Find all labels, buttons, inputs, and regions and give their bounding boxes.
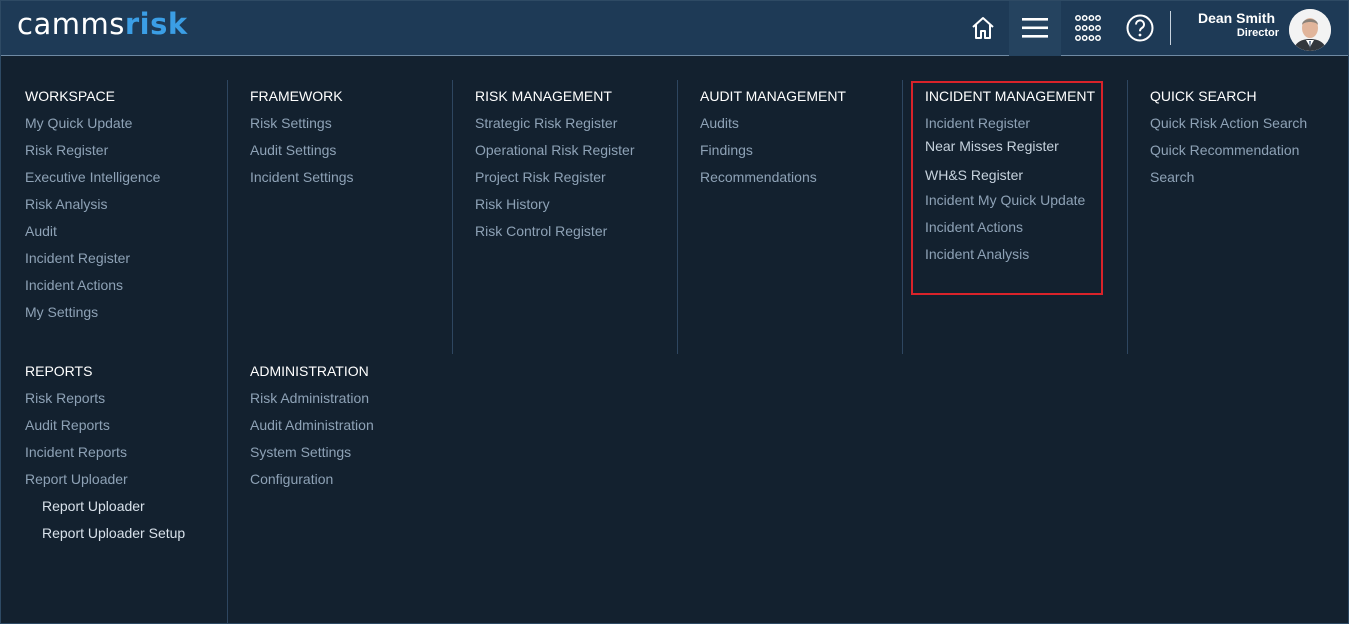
administration-title: ADMINISTRATION — [250, 363, 369, 379]
menu-item-report-uploader[interactable]: Report Uploader — [25, 471, 128, 487]
menu-item-search[interactable]: Search — [1150, 169, 1194, 185]
menu-item-quick-recommendation[interactable]: Quick Recommendation — [1150, 142, 1299, 158]
top-bar: cammsrisk Dean Smith Director — [1, 1, 1348, 56]
menu-item-project-risk-register[interactable]: Project Risk Register — [475, 169, 606, 185]
menu-item-audit[interactable]: Audit — [25, 223, 57, 239]
menu-item-my-settings[interactable]: My Settings — [25, 304, 98, 320]
home-icon[interactable] — [966, 11, 1000, 45]
menu-item-incident-actions[interactable]: Incident Actions — [25, 277, 123, 293]
menu-item-configuration[interactable]: Configuration — [250, 471, 333, 487]
user-name[interactable]: Dean Smith — [1181, 10, 1275, 26]
incident-management-highlight — [911, 81, 1103, 295]
menu-item-quick-risk-action-search[interactable]: Quick Risk Action Search — [1150, 115, 1307, 131]
risk-management-title: RISK MANAGEMENT — [475, 88, 612, 104]
menu-item-incident-reports[interactable]: Incident Reports — [25, 444, 127, 460]
menu-item-near-misses-register[interactable]: Near Misses Register — [925, 138, 1059, 154]
menu-item-incident-settings[interactable]: Incident Settings — [250, 169, 354, 185]
column-divider — [677, 80, 678, 354]
submenu-item-report-uploader-setup[interactable]: Report Uploader Setup — [42, 525, 185, 541]
reports-title: REPORTS — [25, 363, 93, 379]
menu-item-risk-analysis[interactable]: Risk Analysis — [25, 196, 107, 212]
app-frame: cammsrisk Dean Smith Director WORKSPACE … — [0, 0, 1349, 624]
submenu-item-report-uploader[interactable]: Report Uploader — [42, 498, 145, 514]
menu-item-incident-my-quick-update[interactable]: Incident My Quick Update — [925, 192, 1085, 208]
app-logo[interactable]: cammsrisk — [17, 7, 188, 41]
menu-item-system-settings[interactable]: System Settings — [250, 444, 351, 460]
help-icon[interactable] — [1123, 11, 1157, 45]
menu-item-risk-register[interactable]: Risk Register — [25, 142, 108, 158]
menu-item-findings[interactable]: Findings — [700, 142, 753, 158]
column-divider — [1127, 80, 1128, 354]
menu-item-executive-intelligence[interactable]: Executive Intelligence — [25, 169, 160, 185]
column-divider — [902, 80, 903, 354]
header-divider — [1170, 11, 1171, 45]
menu-item-incident-register[interactable]: Incident Register — [925, 115, 1030, 131]
menu-item-incident-register[interactable]: Incident Register — [25, 250, 130, 266]
framework-title: FRAMEWORK — [250, 88, 343, 104]
menu-item-audit-settings[interactable]: Audit Settings — [250, 142, 336, 158]
menu-item-risk-reports[interactable]: Risk Reports — [25, 390, 105, 406]
menu-item-strategic-risk-register[interactable]: Strategic Risk Register — [475, 115, 617, 131]
menu-icon[interactable] — [1018, 11, 1052, 45]
menu-item-audit-administration[interactable]: Audit Administration — [250, 417, 374, 433]
apps-grid-icon[interactable] — [1071, 11, 1105, 45]
column-divider — [227, 80, 228, 623]
menu-item-audit-reports[interactable]: Audit Reports — [25, 417, 110, 433]
menu-item-risk-administration[interactable]: Risk Administration — [250, 390, 369, 406]
workspace-title: WORKSPACE — [25, 88, 115, 104]
column-divider — [452, 80, 453, 354]
audit-management-title: AUDIT MANAGEMENT — [700, 88, 846, 104]
menu-item-incident-analysis[interactable]: Incident Analysis — [925, 246, 1029, 262]
menu-item-operational-risk-register[interactable]: Operational Risk Register — [475, 142, 635, 158]
menu-item-risk-history[interactable]: Risk History — [475, 196, 550, 212]
menu-item-incident-actions[interactable]: Incident Actions — [925, 219, 1023, 235]
user-role: Director — [1236, 27, 1279, 39]
menu-item-audits[interactable]: Audits — [700, 115, 739, 131]
menu-item-my-quick-update[interactable]: My Quick Update — [25, 115, 132, 131]
menu-item-risk-control-register[interactable]: Risk Control Register — [475, 223, 607, 239]
menu-item-risk-settings[interactable]: Risk Settings — [250, 115, 332, 131]
quick-search-title: QUICK SEARCH — [1150, 88, 1257, 104]
incident-management-title: INCIDENT MANAGEMENT — [925, 88, 1096, 104]
avatar[interactable] — [1289, 9, 1331, 51]
menu-item-whs-register[interactable]: WH&S Register — [925, 167, 1023, 183]
menu-item-recommendations[interactable]: Recommendations — [700, 169, 817, 185]
